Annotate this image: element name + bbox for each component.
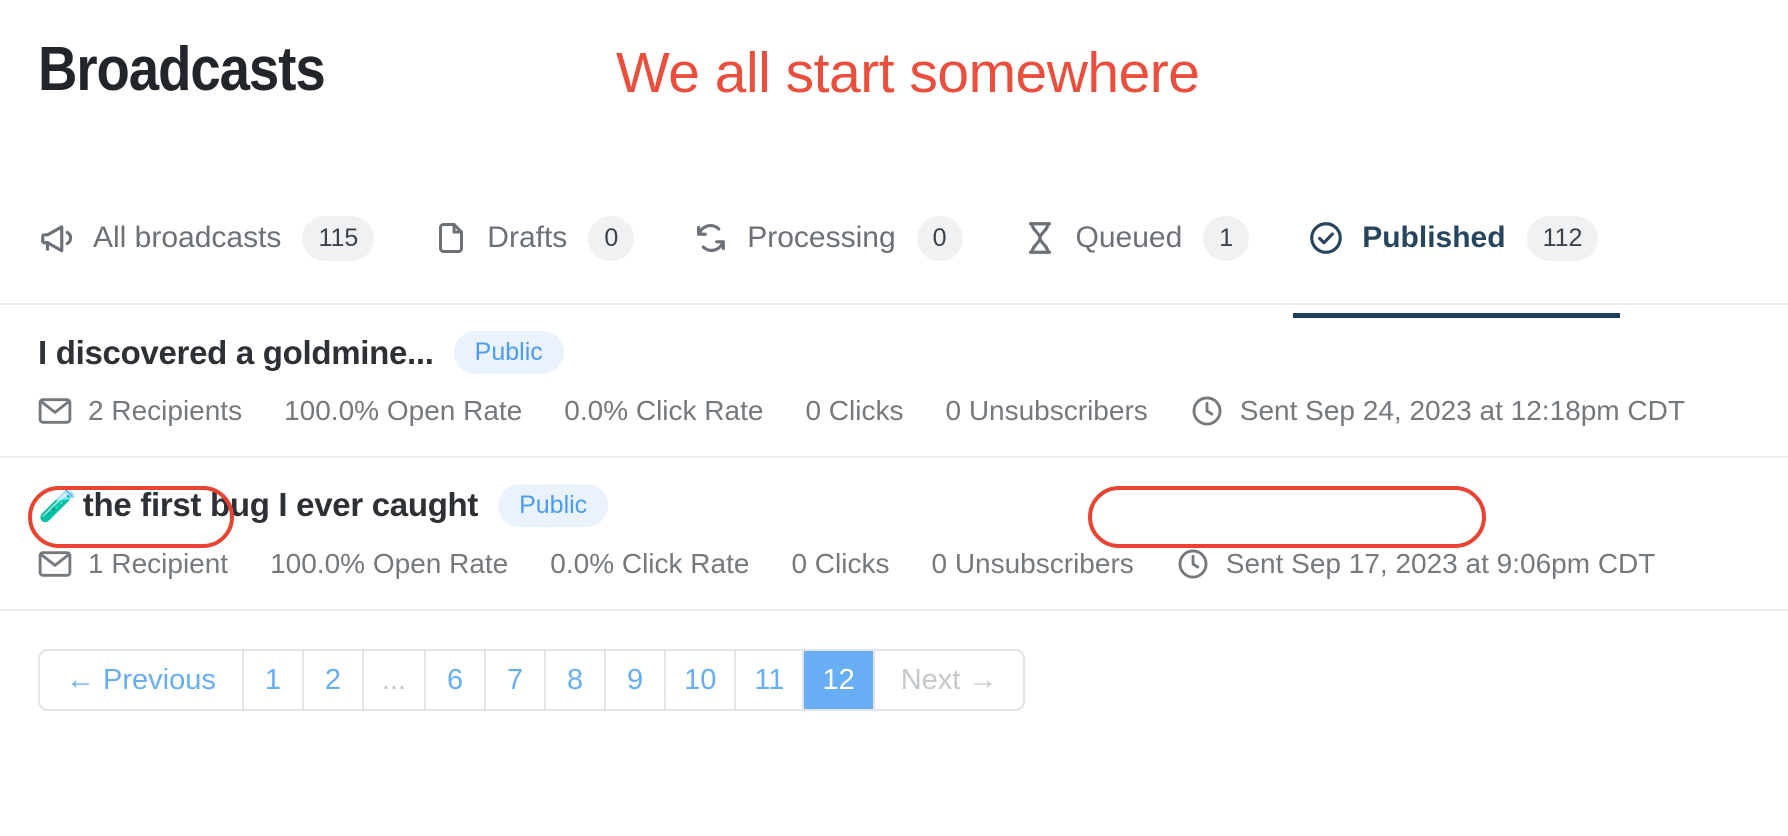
stat-recipients: 2 Recipients bbox=[38, 394, 242, 428]
test-tube-emoji: 🧪 bbox=[38, 486, 79, 523]
unsubscribers-value: 0 Unsubscribers bbox=[931, 548, 1134, 579]
broadcast-title-line: I discovered a goldmine... Public bbox=[38, 331, 1750, 374]
broadcast-list: I discovered a goldmine... Public 2 Reci… bbox=[0, 305, 1788, 611]
refresh-icon bbox=[692, 219, 730, 257]
pagination-page-2[interactable]: 2 bbox=[303, 651, 364, 709]
clock-icon bbox=[1190, 394, 1224, 428]
broadcast-tabs: All broadcasts 115 Drafts 0 Processing 0… bbox=[0, 160, 1788, 318]
tab-badge: 112 bbox=[1526, 215, 1599, 261]
visibility-badge: Public bbox=[498, 484, 609, 527]
tab-badge: 0 bbox=[916, 215, 963, 261]
broadcast-stats: 1 Recipient 100.0% Open Rate 0.0% Click … bbox=[38, 547, 1750, 581]
pagination-ellipsis: ... bbox=[363, 651, 427, 709]
tab-label: Published bbox=[1362, 221, 1506, 254]
broadcast-title[interactable]: I discovered a goldmine... bbox=[38, 334, 434, 372]
clicks-value: 0 Clicks bbox=[791, 548, 890, 579]
sent-at-value: Sent Sep 24, 2023 at 12:18pm CDT bbox=[1239, 395, 1685, 426]
tab-label: Queued bbox=[1075, 221, 1183, 254]
document-icon bbox=[432, 219, 470, 257]
pagination-page-7[interactable]: 7 bbox=[486, 651, 547, 709]
pagination: ← Previous 1 2 ... 6 7 8 9 10 11 12 Next… bbox=[38, 649, 1026, 711]
clicks-value: 0 Clicks bbox=[805, 395, 904, 426]
open-rate-value: 100.0% Open Rate bbox=[270, 548, 509, 579]
tab-label: Processing bbox=[747, 221, 896, 254]
stat-open-rate: 100.0% Open Rate bbox=[270, 548, 508, 580]
pagination-page-10[interactable]: 10 bbox=[666, 651, 737, 709]
tab-badge: 0 bbox=[588, 215, 635, 261]
broadcast-row[interactable]: I discovered a goldmine... Public 2 Reci… bbox=[0, 305, 1788, 458]
stat-click-rate: 0.0% Click Rate bbox=[564, 395, 763, 427]
stat-clicks: 0 Clicks bbox=[805, 395, 903, 427]
check-circle-icon bbox=[1307, 219, 1345, 257]
broadcast-title[interactable]: 🧪 the first bug I ever caught bbox=[38, 486, 478, 525]
broadcast-row[interactable]: 🧪 the first bug I ever caught Public 1 Re… bbox=[0, 458, 1788, 611]
tab-badge: 1 bbox=[1203, 215, 1250, 261]
stat-sent-at: Sent Sep 24, 2023 at 12:18pm CDT bbox=[1190, 394, 1685, 428]
stat-recipients: 1 Recipient bbox=[38, 547, 228, 581]
broadcasts-page: Broadcasts We all start somewhere All br… bbox=[0, 0, 1788, 836]
tab-published[interactable]: Published 112 bbox=[1293, 188, 1621, 318]
broadcast-stats: 2 Recipients 100.0% Open Rate 0.0% Click… bbox=[38, 394, 1750, 428]
pagination-page-8[interactable]: 8 bbox=[546, 651, 607, 709]
broadcast-title-line: 🧪 the first bug I ever caught Public bbox=[38, 484, 1750, 527]
tab-drafts[interactable]: Drafts 0 bbox=[432, 188, 635, 288]
pagination-page-11[interactable]: 11 bbox=[736, 651, 805, 709]
broadcast-title-text: the first bug I ever caught bbox=[82, 486, 479, 523]
envelope-icon bbox=[38, 394, 72, 428]
stat-unsubscribers: 0 Unsubscribers bbox=[931, 548, 1133, 580]
pagination-next: Next → bbox=[874, 651, 1024, 709]
clock-icon bbox=[1176, 547, 1210, 581]
page-title: Broadcasts bbox=[38, 35, 326, 104]
pagination-previous[interactable]: ← Previous bbox=[40, 651, 244, 709]
open-rate-value: 100.0% Open Rate bbox=[284, 395, 523, 426]
stat-unsubscribers: 0 Unsubscribers bbox=[945, 395, 1147, 427]
tab-processing[interactable]: Processing 0 bbox=[692, 188, 963, 288]
sent-at-value: Sent Sep 17, 2023 at 9:06pm CDT bbox=[1225, 548, 1656, 579]
pagination-page-9[interactable]: 9 bbox=[606, 651, 667, 709]
tab-queued[interactable]: Queued 1 bbox=[1021, 188, 1250, 288]
megaphone-icon bbox=[38, 219, 76, 257]
recipients-value: 1 Recipient bbox=[88, 548, 229, 579]
click-rate-value: 0.0% Click Rate bbox=[564, 395, 764, 426]
headline-text: We all start somewhere bbox=[616, 41, 1200, 105]
stat-clicks: 0 Clicks bbox=[791, 548, 889, 580]
unsubscribers-value: 0 Unsubscribers bbox=[945, 395, 1148, 426]
envelope-icon bbox=[38, 547, 72, 581]
visibility-badge: Public bbox=[453, 331, 564, 374]
recipients-value: 2 Recipients bbox=[88, 395, 243, 426]
pagination-container: ← Previous 1 2 ... 6 7 8 9 10 11 12 Next… bbox=[0, 611, 1788, 711]
tab-all-broadcasts[interactable]: All broadcasts 115 bbox=[38, 188, 375, 288]
tab-label: All broadcasts bbox=[93, 221, 282, 254]
pagination-page-6[interactable]: 6 bbox=[426, 651, 487, 709]
stat-sent-at: Sent Sep 17, 2023 at 9:06pm CDT bbox=[1176, 547, 1656, 581]
pagination-page-12[interactable]: 12 bbox=[804, 651, 875, 709]
tab-label: Drafts bbox=[487, 221, 568, 254]
click-rate-value: 0.0% Click Rate bbox=[550, 548, 750, 579]
hourglass-icon bbox=[1021, 219, 1059, 257]
pagination-page-1[interactable]: 1 bbox=[243, 651, 304, 709]
page-header: Broadcasts We all start somewhere bbox=[0, 0, 1788, 160]
stat-open-rate: 100.0% Open Rate bbox=[284, 395, 522, 427]
tab-badge: 115 bbox=[302, 215, 375, 261]
stat-click-rate: 0.0% Click Rate bbox=[550, 548, 749, 580]
